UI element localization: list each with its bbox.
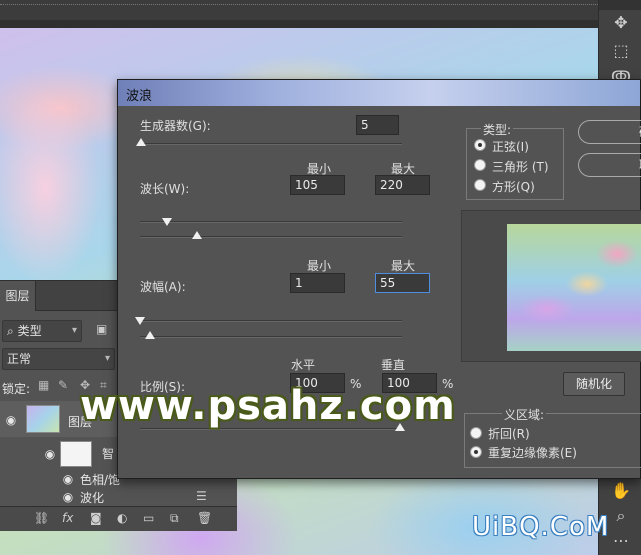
- generators-input[interactable]: 5: [356, 115, 399, 135]
- amplitude-max-input[interactable]: 55: [375, 273, 430, 293]
- watermark-text-2: UiBQ.CoM: [472, 512, 610, 542]
- type-square-label[interactable]: 方形(Q): [492, 178, 535, 195]
- folder-icon[interactable]: ▭: [143, 511, 154, 525]
- chevron-down-icon: ▾: [104, 353, 110, 364]
- layer-mask-thumbnail: [60, 441, 92, 467]
- layer-filter-value: 类型: [17, 324, 42, 338]
- amplitude-max-header: 最大: [391, 259, 416, 273]
- link-icon[interactable]: ⛓: [34, 511, 49, 525]
- layer-name: 智: [102, 447, 115, 461]
- layer-thumbnail: [26, 405, 60, 433]
- wavelength-max-slider[interactable]: [140, 236, 402, 238]
- wavelength-min-input[interactable]: 105: [290, 175, 345, 195]
- cancel-button[interactable]: 取: [578, 153, 641, 177]
- chevron-down-icon: ▾: [71, 325, 77, 336]
- generators-slider-handle[interactable]: [136, 138, 146, 146]
- amplitude-label: 波幅(A):: [140, 280, 186, 294]
- trash-icon[interactable]: 🗑: [197, 511, 212, 525]
- eye-icon[interactable]: ◉: [3, 413, 19, 427]
- ok-button[interactable]: 确: [578, 120, 641, 144]
- amplitude-max-slider[interactable]: [140, 336, 402, 338]
- layer-filter-select[interactable]: ⌕ 类型 ▾: [2, 320, 82, 342]
- search-icon: ⌕: [7, 324, 14, 338]
- preview-image[interactable]: [507, 224, 641, 351]
- amplitude-min-header: 最小: [307, 259, 332, 273]
- wrap-around-label[interactable]: 折回(R): [488, 425, 530, 442]
- more-tools-icon[interactable]: ⋯: [609, 530, 633, 552]
- type-triangle-radio[interactable]: [474, 159, 486, 171]
- mask-icon[interactable]: ◙: [90, 511, 102, 525]
- lock-paint-icon[interactable]: ✎: [58, 378, 68, 392]
- type-square-radio[interactable]: [474, 179, 486, 191]
- wavelength-min-handle[interactable]: [162, 218, 172, 226]
- type-group-title: 类型:: [481, 121, 514, 138]
- move-icon[interactable]: ✥: [609, 12, 633, 34]
- type-sine-label[interactable]: 正弦(I): [492, 138, 529, 155]
- scale-vertical-header: 垂直: [381, 358, 406, 372]
- wavelength-max-input[interactable]: 220: [375, 175, 430, 195]
- filter-name: 波化: [80, 491, 105, 505]
- dialog-titlebar[interactable]: 波浪: [118, 80, 640, 106]
- wavelength-label: 波长(W):: [140, 182, 190, 196]
- wavelength-max-handle[interactable]: [192, 231, 202, 239]
- eye-icon[interactable]: ◉: [60, 490, 76, 504]
- undefined-area-title: 义区域:: [502, 406, 547, 423]
- eye-icon[interactable]: ◉: [42, 447, 58, 461]
- wrap-around-radio[interactable]: [470, 427, 482, 439]
- marching-ants: [0, 4, 598, 6]
- blend-mode-select[interactable]: 正常 ▾: [2, 348, 115, 370]
- scale-horizontal-header: 水平: [291, 358, 316, 372]
- toolbar-grip: [599, 0, 641, 10]
- lock-transparent-icon[interactable]: ▦: [38, 378, 49, 392]
- randomize-button[interactable]: 随机化: [563, 372, 625, 396]
- wavelength-min-slider[interactable]: [140, 221, 402, 223]
- filter-options-icon[interactable]: ☰: [196, 489, 207, 503]
- image-filter-icon[interactable]: ▣: [96, 322, 107, 336]
- hand-icon[interactable]: ✋: [609, 480, 633, 502]
- adjustment-icon[interactable]: ◐: [117, 511, 127, 525]
- layer-row[interactable]: ◉ 波化 ☰: [0, 487, 237, 507]
- repeat-edge-radio[interactable]: [470, 446, 482, 458]
- preview-panel: [461, 210, 641, 362]
- marquee-icon[interactable]: ⬚: [609, 40, 633, 62]
- layers-bottom-bar: ⛓ fx ◙ ◐ ▭ ⧉ 🗑: [0, 506, 237, 531]
- type-triangle-label[interactable]: 三角形 (T): [492, 158, 549, 175]
- generators-slider[interactable]: [140, 143, 402, 145]
- filter-name: 色相/饱: [80, 473, 121, 487]
- generators-label: 生成器数(G):: [140, 119, 211, 133]
- eye-icon[interactable]: ◉: [60, 472, 76, 486]
- tab-layers[interactable]: 图层: [0, 281, 36, 311]
- type-sine-radio[interactable]: [474, 139, 486, 151]
- amplitude-min-handle[interactable]: [135, 317, 145, 325]
- amplitude-min-slider[interactable]: [140, 320, 402, 322]
- document-tab-bar: [0, 0, 598, 28]
- repeat-edge-label[interactable]: 重复边缘像素(E): [488, 444, 577, 461]
- amplitude-min-input[interactable]: 1: [290, 273, 345, 293]
- new-layer-icon[interactable]: ⧉: [170, 511, 179, 526]
- lock-label: 锁定:: [2, 382, 31, 396]
- zoom-icon[interactable]: ⌕: [609, 505, 633, 527]
- watermark-text: www.psahz.com: [80, 383, 456, 429]
- dialog-title: 波浪: [126, 89, 153, 104]
- ruler: [0, 20, 598, 28]
- fx-icon[interactable]: fx: [62, 511, 73, 525]
- blend-mode-value: 正常: [7, 352, 32, 366]
- amplitude-max-handle[interactable]: [145, 331, 155, 339]
